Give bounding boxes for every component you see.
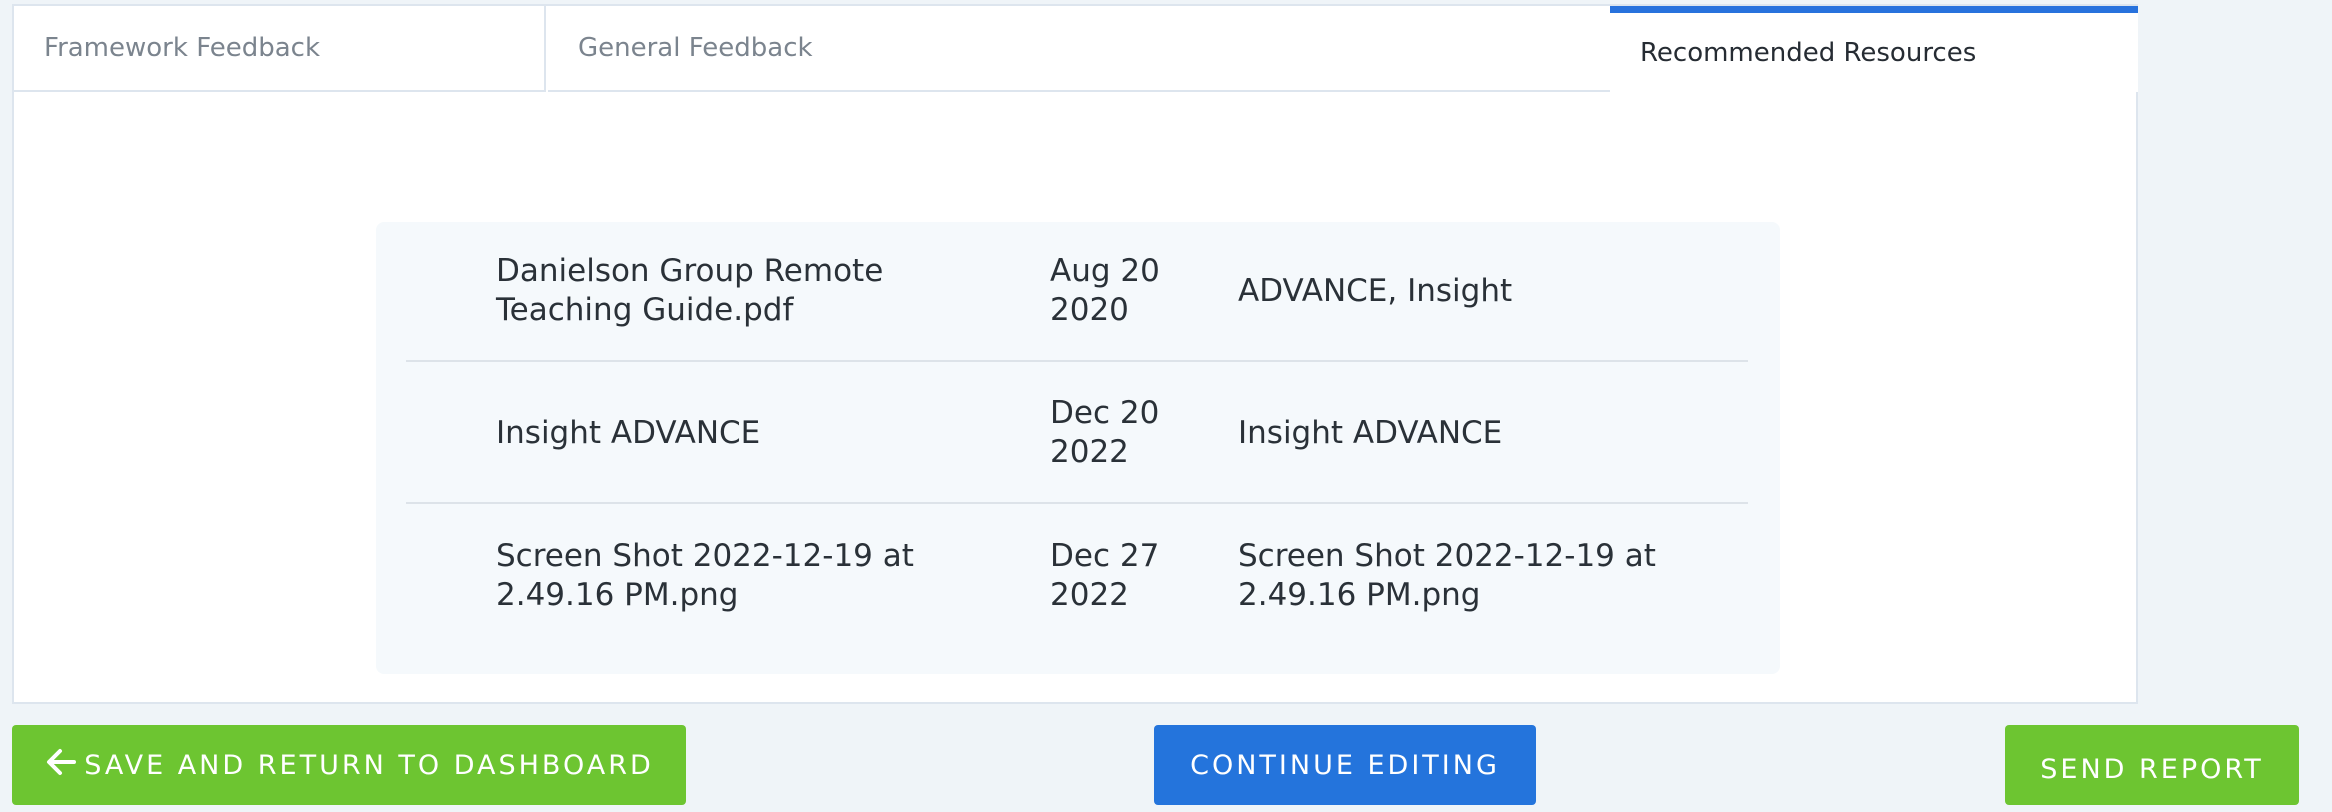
resource-tags: Insight ADVANCE [1238,414,1503,451]
arrow-left-icon [44,745,78,786]
continue-button-label: CONTINUE EDITING [1190,749,1500,781]
send-report-button[interactable]: SEND REPORT [2005,725,2299,805]
table-row[interactable]: Insight ADVANCE Dec 20 2022 Insight ADVA… [406,364,1748,504]
tab-general-feedback[interactable]: General Feedback [548,6,1620,92]
resources-table: Danielson Group Remote Teaching Guide.pd… [376,222,1780,674]
send-button-label: SEND REPORT [2040,753,2264,785]
continue-editing-button[interactable]: CONTINUE EDITING [1154,725,1536,805]
resource-date: Dec 27 2022 [1050,538,1160,613]
feedback-panel: Framework Feedback General Feedback Reco… [12,4,2138,704]
tab-recommended-resources[interactable]: Recommended Resources [1610,6,2138,92]
save-and-return-button[interactable]: SAVE AND RETURN TO DASHBOARD [12,725,686,805]
resource-name: Screen Shot 2022-12-19 at 2.49.16 PM.png [496,538,914,613]
resource-name: Danielson Group Remote Teaching Guide.pd… [496,253,884,328]
resource-date: Aug 20 2020 [1050,253,1160,328]
tab-label: Recommended Resources [1640,37,1977,68]
table-row[interactable]: Danielson Group Remote Teaching Guide.pd… [406,222,1748,362]
resource-tags: ADVANCE, Insight [1238,272,1513,309]
save-button-label: SAVE AND RETURN TO DASHBOARD [84,749,654,781]
resource-date: Dec 20 2022 [1050,395,1160,470]
tab-bar: Framework Feedback General Feedback Reco… [14,6,2138,92]
resource-name: Insight ADVANCE [496,414,761,451]
resource-tags: Screen Shot 2022-12-19 at 2.49.16 PM.png [1238,538,1656,613]
table-row[interactable]: Screen Shot 2022-12-19 at 2.49.16 PM.png… [406,506,1748,646]
tab-label: General Feedback [578,33,813,63]
tab-framework-feedback[interactable]: Framework Feedback [14,6,546,92]
tab-label: Framework Feedback [44,33,321,63]
